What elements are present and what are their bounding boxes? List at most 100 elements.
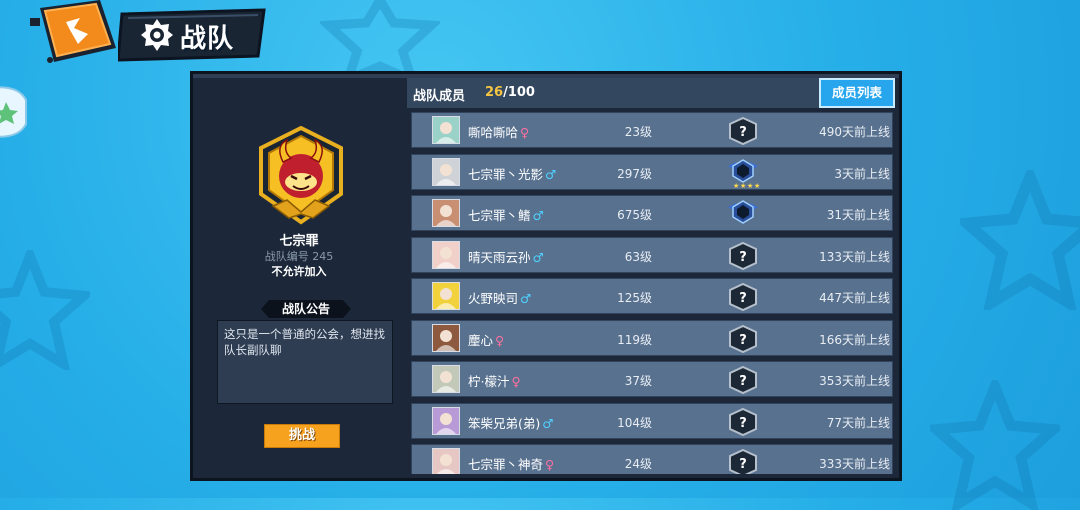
member-name: 七宗罪丶光影 ♂: [468, 164, 556, 183]
avatar[interactable]: [432, 406, 460, 435]
member-name-text: 柠·檬汁: [468, 374, 510, 389]
last-online: 353天前上线: [819, 374, 890, 388]
svg-text:★: ★: [754, 182, 760, 188]
member-name: 七宗罪丶神奇 ♀: [468, 454, 554, 473]
member-level: 23级: [624, 125, 652, 139]
male-icon: ♂: [532, 249, 544, 265]
avatar[interactable]: [432, 199, 460, 227]
avatar[interactable]: [432, 240, 460, 269]
last-online: 31天前上线: [826, 208, 890, 222]
background-decoration: [930, 380, 1060, 510]
avatar[interactable]: [432, 282, 460, 310]
member-level: 125级: [617, 291, 652, 305]
member-rank: ?: [726, 365, 760, 395]
background-decoration: [960, 170, 1080, 310]
last-online: 490天前上线: [819, 125, 890, 139]
team-panel: 七宗罪 战队编号 245 不允许加入 战队公告 这只是一个普通的公会，想进找队长…: [190, 71, 902, 481]
member-row[interactable]: 柠·檬汁 ♀ 37级? 353天前上线: [411, 361, 893, 397]
member-level: 104级: [617, 415, 652, 430]
avatar[interactable]: [432, 365, 460, 393]
tab-member-list[interactable]: 成员列表: [819, 78, 895, 108]
member-rank: ?: [726, 324, 760, 354]
member-level: 119级: [617, 332, 652, 347]
member-name: 嘶哈嘶哈 ♀: [468, 122, 529, 141]
svg-text:★: ★: [740, 182, 746, 188]
notice-text: 这只是一个普通的公会，想进找队长副队聊: [217, 320, 393, 404]
unranked-badge-icon: ?: [729, 241, 757, 270]
last-online: 333天前上线: [819, 457, 890, 471]
page-title: 战队: [180, 24, 235, 54]
member-name-text: 笨柴兄弟(弟): [468, 415, 541, 431]
challenge-button[interactable]: 挑战: [264, 424, 340, 448]
unranked-badge-icon: ?: [729, 282, 757, 312]
last-online: 447天前上线: [819, 291, 890, 305]
avatar[interactable]: [432, 116, 460, 144]
avatar[interactable]: [432, 323, 460, 352]
female-icon: ♀: [511, 374, 521, 389]
member-count-max: /100: [503, 85, 535, 100]
member-row[interactable]: 七宗罪丶神奇 ♀ 24级? 333天前上线: [411, 444, 893, 474]
unranked-badge-icon: ?: [729, 116, 757, 146]
unranked-badge-icon: ?: [729, 407, 757, 436]
last-online: 3天前上线: [834, 166, 890, 181]
team-info-section: 七宗罪 战队编号 245 不允许加入 战队公告 这只是一个普通的公会，想进找队长…: [197, 80, 401, 476]
back-button[interactable]: [20, 0, 118, 70]
last-online: 77天前上线: [826, 415, 890, 430]
team-emblem-icon: [141, 19, 173, 51]
female-icon: ♀: [495, 332, 505, 348]
member-name-text: 火野映司: [468, 291, 519, 306]
unranked-badge-icon: ?: [729, 448, 757, 474]
member-row[interactable]: 七宗罪丶鳍 ♂ 675级 31天前上线: [411, 195, 893, 231]
rank-badge-icon: ★ ★ ★ ★: [728, 158, 760, 190]
svg-text:?: ?: [739, 125, 747, 140]
member-row[interactable]: 火野映司 ♂ 125级? 447天前上线: [411, 278, 893, 314]
member-name-text: 七宗罪丶鳍: [468, 208, 531, 223]
notice-label: 战队公告: [261, 300, 351, 318]
side-menu-tab[interactable]: [0, 84, 32, 140]
background-decoration: [320, 0, 440, 80]
member-name-text: 嘶哈嘶哈: [468, 125, 519, 140]
rank-badge-icon: [728, 200, 758, 224]
svg-text:★: ★: [747, 182, 753, 188]
svg-text:?: ?: [739, 416, 747, 431]
female-icon: ♀: [520, 125, 530, 140]
male-icon: ♂: [542, 415, 554, 431]
svg-text:?: ?: [739, 333, 747, 348]
member-rank: ?: [726, 407, 760, 437]
last-online: 166天前上线: [819, 332, 890, 347]
avatar[interactable]: [432, 448, 460, 474]
unranked-badge-icon: ?: [729, 365, 757, 395]
last-online: 133天前上线: [819, 249, 890, 264]
avatar[interactable]: [432, 157, 460, 186]
male-icon: ♂: [520, 291, 532, 306]
team-id: 战队编号 245: [264, 250, 334, 263]
svg-text:?: ?: [739, 291, 747, 306]
member-rank: ?: [726, 241, 760, 271]
member-row[interactable]: 晴天雨云孙 ♂ 63级? 133天前上线: [411, 236, 893, 273]
member-level: 37级: [624, 374, 652, 388]
member-list-title: 战队成员: [413, 89, 466, 104]
male-icon: ♂: [545, 166, 557, 182]
team-name: 七宗罪: [279, 234, 319, 249]
member-count: 26/100: [485, 85, 535, 100]
member-level: 675级: [617, 208, 652, 222]
svg-text:?: ?: [739, 374, 747, 389]
member-row[interactable]: 笨柴兄弟(弟) ♂ 104级? 77天前上线: [411, 402, 893, 439]
male-icon: ♂: [532, 208, 544, 223]
female-icon: ♀: [545, 457, 555, 472]
svg-text:?: ?: [739, 250, 747, 265]
member-row[interactable]: 麈心 ♀ 119级? 166天前上线: [411, 319, 893, 356]
member-row[interactable]: 七宗罪丶光影 ♂ 297级 ★ ★ ★ ★ 3天前上线: [411, 153, 893, 190]
member-name: 火野映司 ♂: [468, 288, 531, 307]
member-level: 63级: [624, 249, 652, 264]
demon-crest-icon: [253, 125, 349, 226]
member-list[interactable]: 嘶哈嘶哈 ♀ 23级? 490天前上线 七宗罪丶光影 ♂ 297级 ★ ★ ★ ★ 3天前上线 七宗罪丶…: [411, 112, 893, 474]
member-row[interactable]: 嘶哈嘶哈 ♀ 23级? 490天前上线: [411, 112, 893, 148]
background-decoration: [0, 250, 90, 370]
member-rank: [726, 199, 760, 229]
join-policy: 不允许加入: [271, 265, 327, 278]
member-name: 麈心 ♀: [468, 330, 504, 349]
page-title-plate: 战队: [118, 6, 268, 62]
member-rank: ?: [726, 116, 760, 146]
member-name: 柠·檬汁 ♀: [468, 371, 521, 390]
